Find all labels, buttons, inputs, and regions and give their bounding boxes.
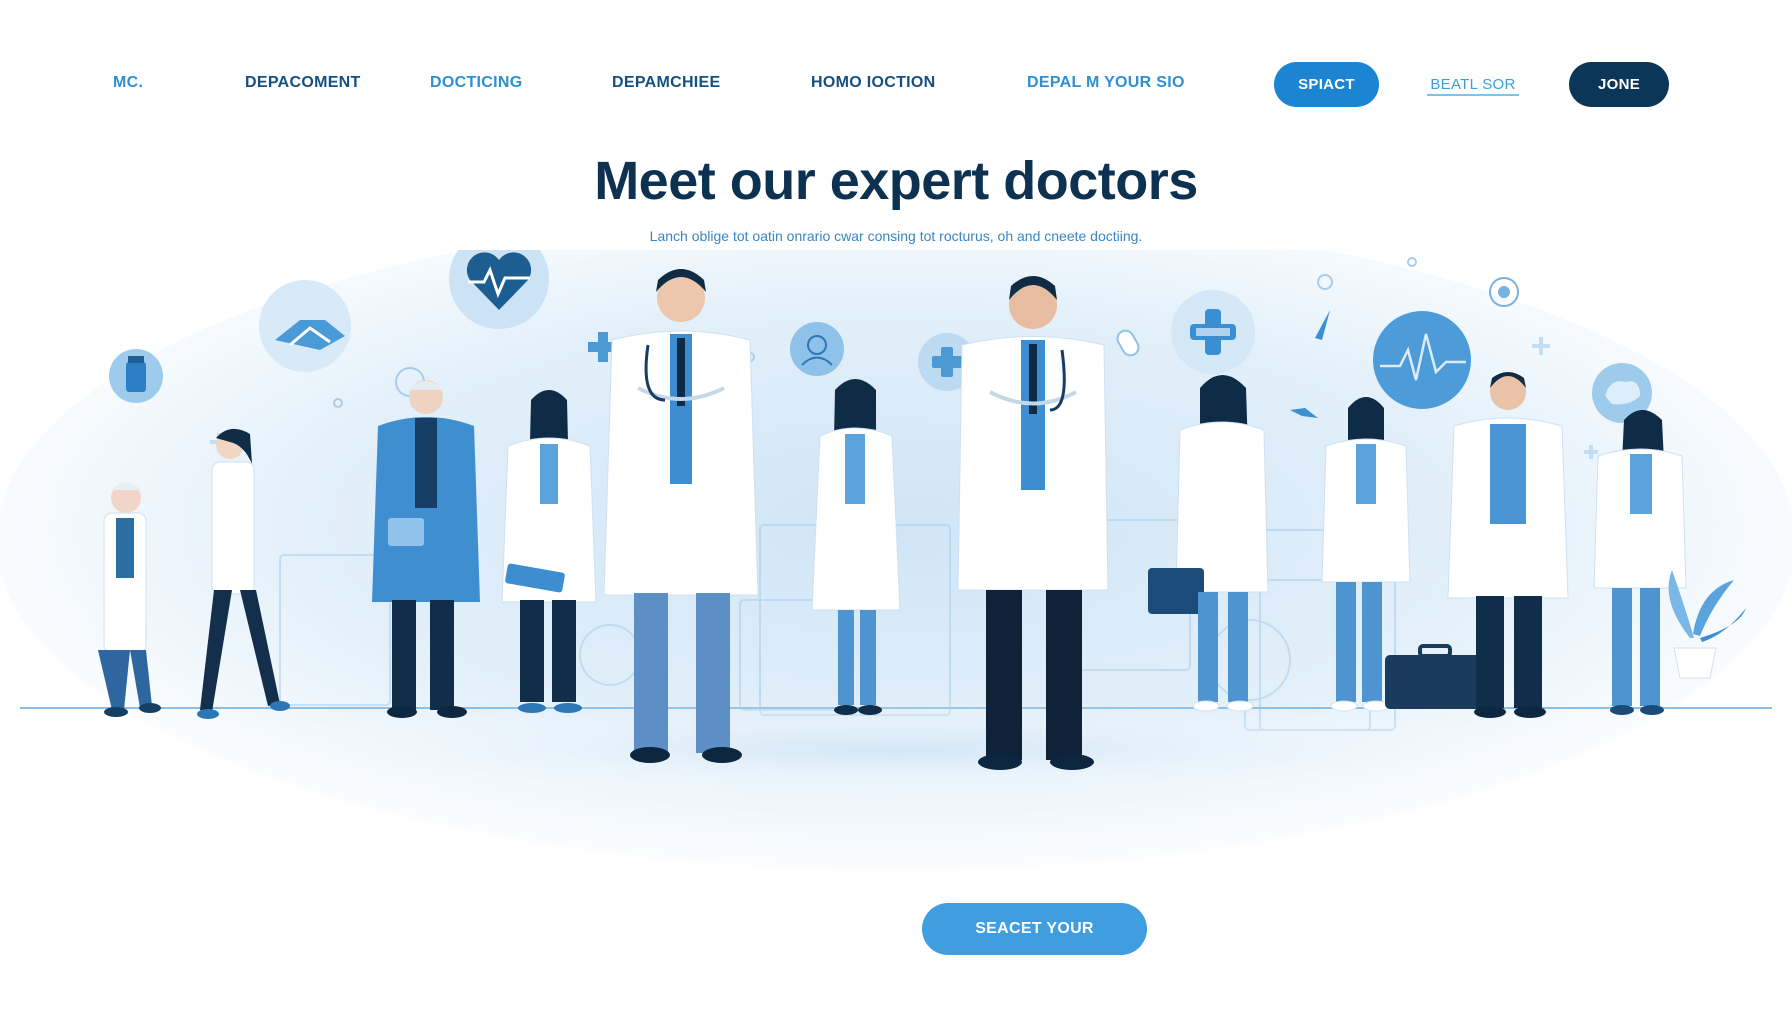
join-button[interactable]: JONE [1569,62,1669,107]
nav-link-mc[interactable]: MC. [113,74,143,92]
medical-cross-icon-large [1171,290,1255,374]
nav-link-departments[interactable]: DEPAMCHIEE [612,74,721,92]
briefcase-icon [1385,644,1485,709]
top-navigation: MC. DEPACOMENT DOCTICING DEPAMCHIEE HOMO… [0,56,1792,112]
primary-action-button[interactable]: SPIACT [1274,62,1379,107]
outline-link-button[interactable]: BEATL SOR [1427,74,1519,96]
doctors-illustration [0,250,1792,870]
doctor-avatar-icon [790,322,844,376]
search-doctor-button[interactable]: SEACET YOUR [922,903,1147,955]
nav-link-home-location[interactable]: HOMO IOCTION [811,74,935,92]
medicine-bottle-icon [109,349,163,403]
page-subtitle: Lanch oblige tot oatin onrario cwar cons… [649,228,1143,244]
page-title: Meet our expert doctors [594,151,1198,211]
nav-link-department-your-site[interactable]: DEPAL M YOUR SIO [1027,74,1185,92]
nav-link-doctors[interactable]: DOCTICING [430,74,522,92]
nav-link-department[interactable]: DEPACOMENT [245,74,361,92]
ecg-monitor-icon [1373,311,1471,409]
handshake-icon [259,280,351,372]
